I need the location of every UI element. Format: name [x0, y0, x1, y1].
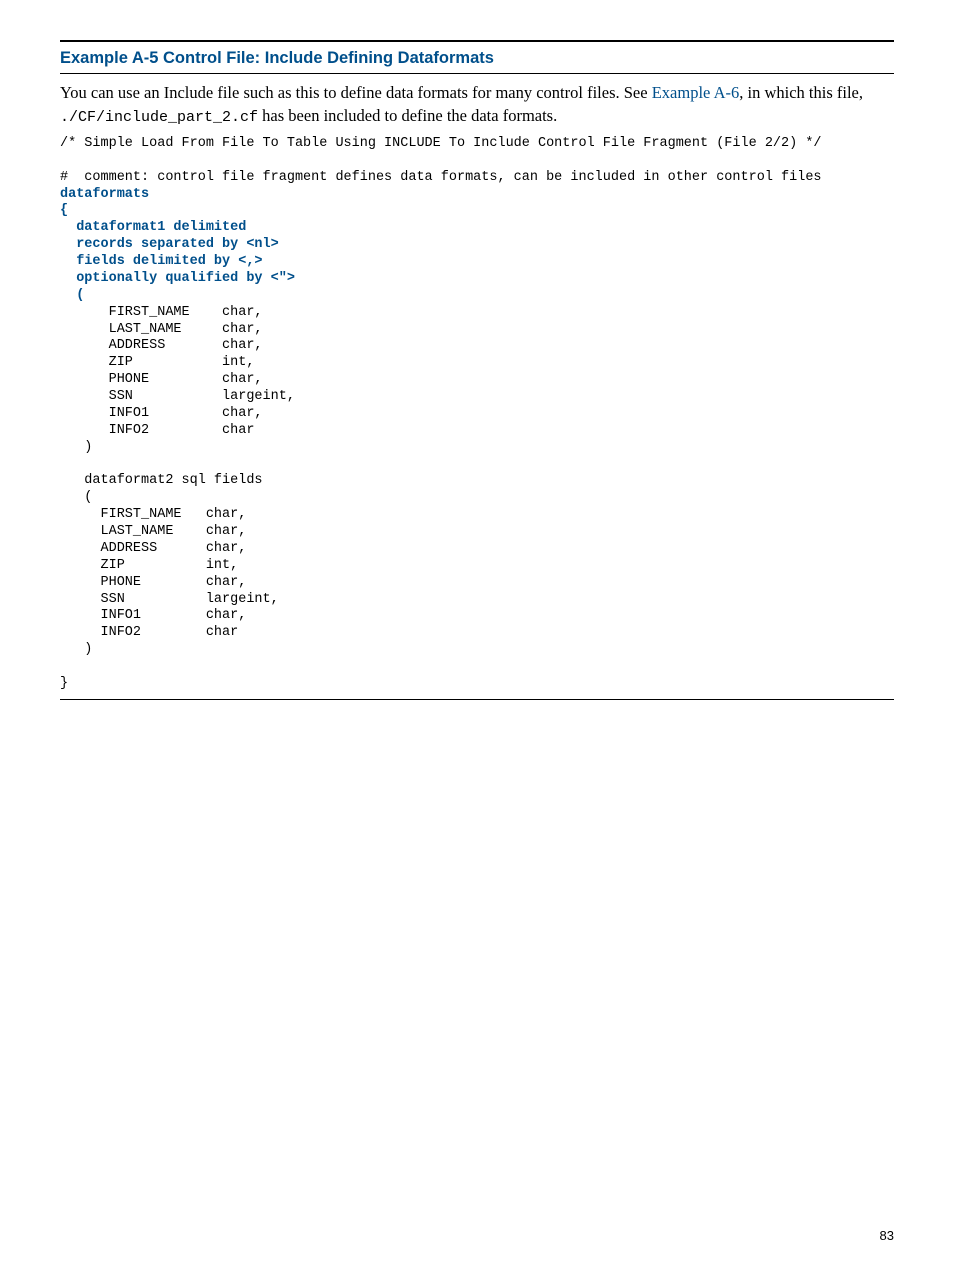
example-heading: Example A-5 Control File: Include Defini… — [60, 48, 894, 69]
code-line: ) — [60, 642, 92, 657]
code-line: ( — [60, 490, 92, 505]
code-line: fields delimited by <,> — [60, 254, 263, 269]
example-a6-link[interactable]: Example A-6 — [652, 83, 740, 102]
code-line: LAST_NAME char, — [60, 524, 246, 539]
code-line: FIRST_NAME char, — [60, 305, 263, 320]
code-line: /* Simple Load From File To Table Using … — [60, 136, 822, 151]
code-line: { — [60, 203, 68, 218]
para-middle: , in which this file, — [739, 83, 863, 102]
code-line: } — [60, 676, 68, 691]
rule-top — [60, 40, 894, 42]
code-line: SSN largeint, — [60, 592, 279, 607]
code-line: optionally qualified by <"> — [60, 271, 295, 286]
code-line: SSN largeint, — [60, 389, 295, 404]
code-line: FIRST_NAME char, — [60, 507, 246, 522]
rule-bottom — [60, 699, 894, 700]
code-line: ADDRESS char, — [60, 541, 246, 556]
para-suffix: has been included to define the data for… — [258, 106, 557, 125]
code-line: INFO2 char — [60, 625, 238, 640]
code-line: ZIP int, — [60, 355, 254, 370]
code-line: dataformat1 delimited — [60, 220, 246, 235]
para-prefix: You can use an Include file such as this… — [60, 83, 652, 102]
code-line: # comment: control file fragment defines… — [60, 170, 822, 185]
code-line: LAST_NAME char, — [60, 322, 263, 337]
code-line: ZIP int, — [60, 558, 238, 573]
code-line: records separated by <nl> — [60, 237, 279, 252]
code-line: ( — [60, 288, 84, 303]
code-line: ) — [60, 440, 92, 455]
body-paragraph: You can use an Include file such as this… — [60, 82, 894, 128]
inline-code-path: ./CF/include_part_2.cf — [60, 109, 258, 126]
code-line: dataformat2 sql fields — [60, 473, 263, 488]
code-line: INFO1 char, — [60, 608, 246, 623]
code-line: ADDRESS char, — [60, 338, 263, 353]
code-line: PHONE char, — [60, 575, 246, 590]
code-line: INFO1 char, — [60, 406, 263, 421]
code-line: PHONE char, — [60, 372, 263, 387]
page-number: 83 — [880, 1228, 894, 1243]
page: Example A-5 Control File: Include Defini… — [0, 0, 954, 1271]
code-line: dataformats — [60, 187, 149, 202]
rule-under-heading — [60, 73, 894, 74]
code-line: INFO2 char — [60, 423, 254, 438]
code-block: /* Simple Load From File To Table Using … — [60, 136, 894, 693]
